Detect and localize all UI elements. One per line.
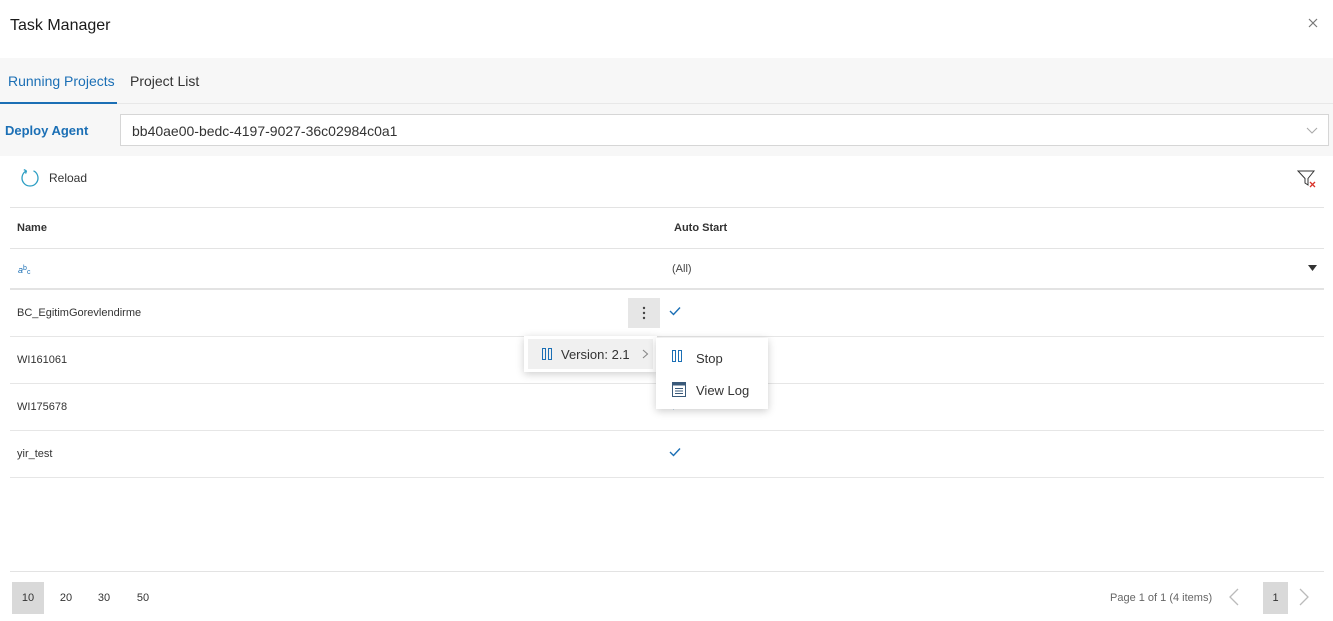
menu-item-view-log-label: View Log <box>696 383 750 398</box>
page-number-button[interactable]: 1 <box>1263 582 1288 614</box>
row-context-menu: Version: 2.1 <box>524 336 657 372</box>
clear-filter-icon <box>1296 170 1316 188</box>
grid-pager: 10 20 30 50 Page 1 of 1 (4 items) 1 <box>10 571 1324 621</box>
log-icon <box>672 382 686 397</box>
check-icon <box>669 448 681 457</box>
deploy-agent-select[interactable]: bb40ae00-bedc-4197-9027-36c02984c0a1 <box>120 114 1329 146</box>
reload-label: Reload <box>49 171 88 185</box>
dialog-title: Task Manager <box>10 17 111 34</box>
chevron-down-icon <box>1306 127 1318 134</box>
deploy-agent-label: Deploy Agent <box>5 123 89 138</box>
row-actions-button[interactable] <box>628 298 660 328</box>
svg-text:c: c <box>27 269 31 276</box>
column-header-name[interactable]: Name <box>17 222 47 234</box>
stop-icon <box>672 350 682 362</box>
page-size-option[interactable]: 10 <box>12 582 44 614</box>
row-name: WI161061 <box>17 354 68 366</box>
column-header-auto-start[interactable]: Auto Start <box>674 222 727 234</box>
text-filter-icon[interactable]: a b c <box>18 262 34 281</box>
page-size-option[interactable]: 20 <box>50 582 82 614</box>
menu-item-version[interactable]: Version: 2.1 <box>528 339 653 369</box>
tabs-bar: Running Projects Project List <box>0 58 1333 104</box>
pause-icon <box>542 348 552 360</box>
close-icon <box>1308 18 1318 28</box>
version-submenu: Stop View Log <box>656 338 768 409</box>
page-size-option[interactable]: 30 <box>88 582 120 614</box>
more-vertical-icon <box>642 306 646 320</box>
page-size-option[interactable]: 50 <box>127 582 159 614</box>
chevron-right-icon <box>642 349 649 359</box>
caret-down-icon[interactable] <box>1308 265 1317 271</box>
menu-item-stop-label: Stop <box>696 351 723 366</box>
auto-start-filter-value[interactable]: (All) <box>672 263 692 275</box>
menu-item-view-log[interactable]: View Log <box>656 374 768 406</box>
grid-filter-row: a b c (All) <box>10 249 1324 290</box>
reload-button[interactable]: Reload <box>20 168 87 188</box>
chevron-left-icon[interactable] <box>1229 588 1239 606</box>
grid-header: Name Auto Start <box>10 208 1324 249</box>
deploy-agent-value: bb40ae00-bedc-4197-9027-36c02984c0a1 <box>132 123 398 139</box>
grid-toolbar: Reload <box>10 156 1324 208</box>
row-name: yir_test <box>17 448 53 460</box>
menu-item-stop[interactable]: Stop <box>656 342 768 374</box>
menu-item-version-label: Version: 2.1 <box>561 346 630 362</box>
pager-info: Page 1 of 1 (4 items) <box>1110 592 1213 604</box>
table-row[interactable]: yir_test <box>10 431 1324 478</box>
dialog-header: Task Manager <box>0 0 1333 56</box>
row-name: WI175678 <box>17 401 68 413</box>
close-button[interactable] <box>1302 12 1324 34</box>
reload-icon <box>21 169 39 187</box>
table-row[interactable]: BC_EgitimGorevlendirme <box>10 290 1324 337</box>
clear-filter-button[interactable] <box>1296 169 1317 189</box>
tab-running-projects[interactable]: Running Projects <box>0 58 117 104</box>
deploy-agent-row: Deploy Agent bb40ae00-bedc-4197-9027-36c… <box>0 104 1333 156</box>
chevron-right-icon[interactable] <box>1299 588 1309 606</box>
row-name: BC_EgitimGorevlendirme <box>17 307 142 319</box>
check-icon <box>669 307 681 316</box>
tab-project-list[interactable]: Project List <box>130 58 199 104</box>
